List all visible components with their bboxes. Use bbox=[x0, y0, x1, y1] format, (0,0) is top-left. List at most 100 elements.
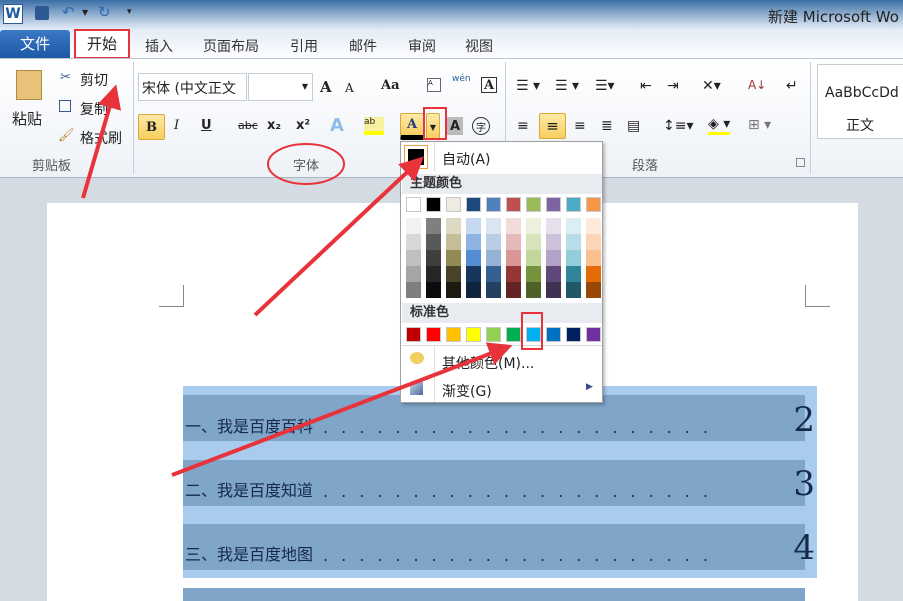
tab-mailings[interactable]: 邮件 bbox=[349, 36, 377, 56]
theme-shade-swatch[interactable] bbox=[426, 250, 441, 266]
theme-shade-swatch[interactable] bbox=[526, 266, 541, 282]
theme-color-swatch[interactable] bbox=[526, 197, 541, 212]
theme-shade-swatch[interactable] bbox=[406, 266, 421, 282]
theme-shade-swatch[interactable] bbox=[466, 234, 481, 250]
tab-home[interactable]: 开始 bbox=[74, 29, 130, 59]
tab-page-layout[interactable]: 页面布局 bbox=[203, 36, 259, 56]
theme-color-swatch[interactable] bbox=[586, 197, 601, 212]
customize-qat-icon[interactable]: ▾ bbox=[127, 7, 132, 17]
underline-button[interactable]: U bbox=[201, 118, 212, 133]
line-spacing-icon[interactable]: ↕≡▾ bbox=[663, 118, 694, 134]
standard-color-swatch[interactable] bbox=[586, 327, 601, 342]
theme-color-swatch[interactable] bbox=[506, 197, 521, 212]
theme-color-swatch[interactable] bbox=[566, 197, 581, 212]
standard-color-swatch[interactable] bbox=[426, 327, 441, 342]
format-painter-button[interactable]: 格式刷 bbox=[80, 128, 122, 148]
phonetic-guide-button[interactable]: wén bbox=[452, 74, 471, 84]
standard-color-swatch[interactable] bbox=[446, 327, 461, 342]
char-border-button[interactable]: A bbox=[481, 77, 497, 93]
align-right-icon[interactable]: ≡ bbox=[574, 118, 586, 134]
toc-entry[interactable]: 三、我是百度地图...................... 4 bbox=[185, 531, 815, 565]
theme-shade-swatch[interactable] bbox=[526, 250, 541, 266]
theme-shade-swatch[interactable] bbox=[546, 218, 561, 234]
theme-shade-swatch[interactable] bbox=[546, 250, 561, 266]
redo-icon[interactable]: ↻ bbox=[98, 3, 111, 21]
theme-shade-swatch[interactable] bbox=[566, 266, 581, 282]
subscript-button[interactable]: x₂ bbox=[267, 118, 281, 133]
theme-shade-swatch[interactable] bbox=[406, 218, 421, 234]
theme-color-swatch[interactable] bbox=[466, 197, 481, 212]
theme-shade-swatch[interactable] bbox=[406, 234, 421, 250]
decrease-indent-icon[interactable]: ⇤ bbox=[640, 78, 652, 94]
font-name-combo[interactable]: 宋体 (中文正文 bbox=[138, 73, 247, 101]
align-left-icon[interactable]: ≡ bbox=[517, 118, 529, 134]
theme-color-swatch[interactable] bbox=[486, 197, 501, 212]
borders-icon[interactable]: ⊞ ▾ bbox=[748, 117, 771, 133]
standard-color-swatch[interactable] bbox=[466, 327, 481, 342]
numbering-icon[interactable]: ☰ ▾ bbox=[555, 78, 579, 94]
theme-color-swatch[interactable] bbox=[546, 197, 561, 212]
standard-color-swatch[interactable] bbox=[486, 327, 501, 342]
theme-shade-swatch[interactable] bbox=[486, 234, 501, 250]
theme-shade-swatch[interactable] bbox=[506, 234, 521, 250]
theme-shade-swatch[interactable] bbox=[406, 250, 421, 266]
standard-color-swatch[interactable] bbox=[406, 327, 421, 342]
font-color-dropdown[interactable]: ▼ bbox=[426, 113, 440, 140]
theme-shade-swatch[interactable] bbox=[426, 218, 441, 234]
clear-format-icon[interactable]: A bbox=[427, 78, 441, 92]
multilevel-list-icon[interactable]: ☰▾ bbox=[595, 78, 615, 94]
style-normal[interactable]: AaBbCcDd 正文 bbox=[817, 64, 903, 139]
tab-file[interactable]: 文件 bbox=[0, 30, 70, 58]
tab-references[interactable]: 引用 bbox=[290, 36, 318, 56]
theme-shade-swatch[interactable] bbox=[446, 234, 461, 250]
standard-color-swatch[interactable] bbox=[526, 327, 541, 342]
theme-shade-swatch[interactable] bbox=[546, 282, 561, 298]
highlight-icon[interactable]: ab bbox=[364, 117, 384, 135]
theme-shade-swatch[interactable] bbox=[426, 234, 441, 250]
theme-shade-swatch[interactable] bbox=[426, 266, 441, 282]
italic-button[interactable]: I bbox=[174, 118, 179, 133]
theme-shade-swatch[interactable] bbox=[586, 218, 601, 234]
automatic-color-swatch[interactable] bbox=[404, 145, 428, 169]
theme-shade-swatch[interactable] bbox=[426, 282, 441, 298]
theme-shade-swatch[interactable] bbox=[566, 218, 581, 234]
save-icon[interactable] bbox=[35, 6, 49, 20]
word-app-icon[interactable]: W bbox=[3, 4, 23, 24]
theme-shade-swatch[interactable] bbox=[506, 218, 521, 234]
standard-color-swatch[interactable] bbox=[506, 327, 521, 342]
theme-shade-swatch[interactable] bbox=[546, 234, 561, 250]
theme-shade-swatch[interactable] bbox=[566, 234, 581, 250]
theme-shade-swatch[interactable] bbox=[526, 234, 541, 250]
theme-shade-swatch[interactable] bbox=[466, 266, 481, 282]
undo-icon[interactable]: ↶ bbox=[62, 3, 75, 21]
theme-shade-swatch[interactable] bbox=[506, 266, 521, 282]
tab-view[interactable]: 视图 bbox=[465, 36, 493, 56]
theme-shade-swatch[interactable] bbox=[446, 218, 461, 234]
strikethrough-button[interactable]: abc bbox=[238, 119, 258, 132]
increase-indent-icon[interactable]: ⇥ bbox=[667, 78, 679, 94]
theme-shade-swatch[interactable] bbox=[526, 282, 541, 298]
theme-shade-swatch[interactable] bbox=[586, 250, 601, 266]
sort-icon[interactable]: A↓ bbox=[748, 78, 766, 92]
theme-color-swatch[interactable] bbox=[406, 197, 421, 212]
show-marks-icon[interactable]: ↵ bbox=[786, 78, 798, 94]
distributed-icon[interactable]: ▤ bbox=[627, 118, 640, 134]
toc-entry[interactable]: 一、我是百度百科...................... 2 bbox=[185, 403, 815, 437]
theme-shade-swatch[interactable] bbox=[466, 250, 481, 266]
theme-shade-swatch[interactable] bbox=[446, 250, 461, 266]
superscript-button[interactable]: x² bbox=[296, 118, 310, 133]
change-case-button[interactable]: Aa bbox=[381, 78, 400, 93]
theme-shade-swatch[interactable] bbox=[586, 234, 601, 250]
theme-shade-swatch[interactable] bbox=[406, 282, 421, 298]
theme-color-swatch[interactable] bbox=[446, 197, 461, 212]
copy-button[interactable]: 复制 bbox=[80, 99, 108, 119]
font-size-combo[interactable]: ▼ bbox=[248, 73, 313, 101]
theme-shade-swatch[interactable] bbox=[506, 250, 521, 266]
paste-button[interactable]: 粘贴 bbox=[12, 108, 42, 129]
undo-dropdown-icon[interactable]: ▼ bbox=[82, 8, 88, 17]
standard-color-swatch[interactable] bbox=[566, 327, 581, 342]
theme-shade-swatch[interactable] bbox=[486, 282, 501, 298]
theme-shade-swatch[interactable] bbox=[526, 218, 541, 234]
standard-color-swatch[interactable] bbox=[546, 327, 561, 342]
tab-review[interactable]: 审阅 bbox=[408, 36, 436, 56]
